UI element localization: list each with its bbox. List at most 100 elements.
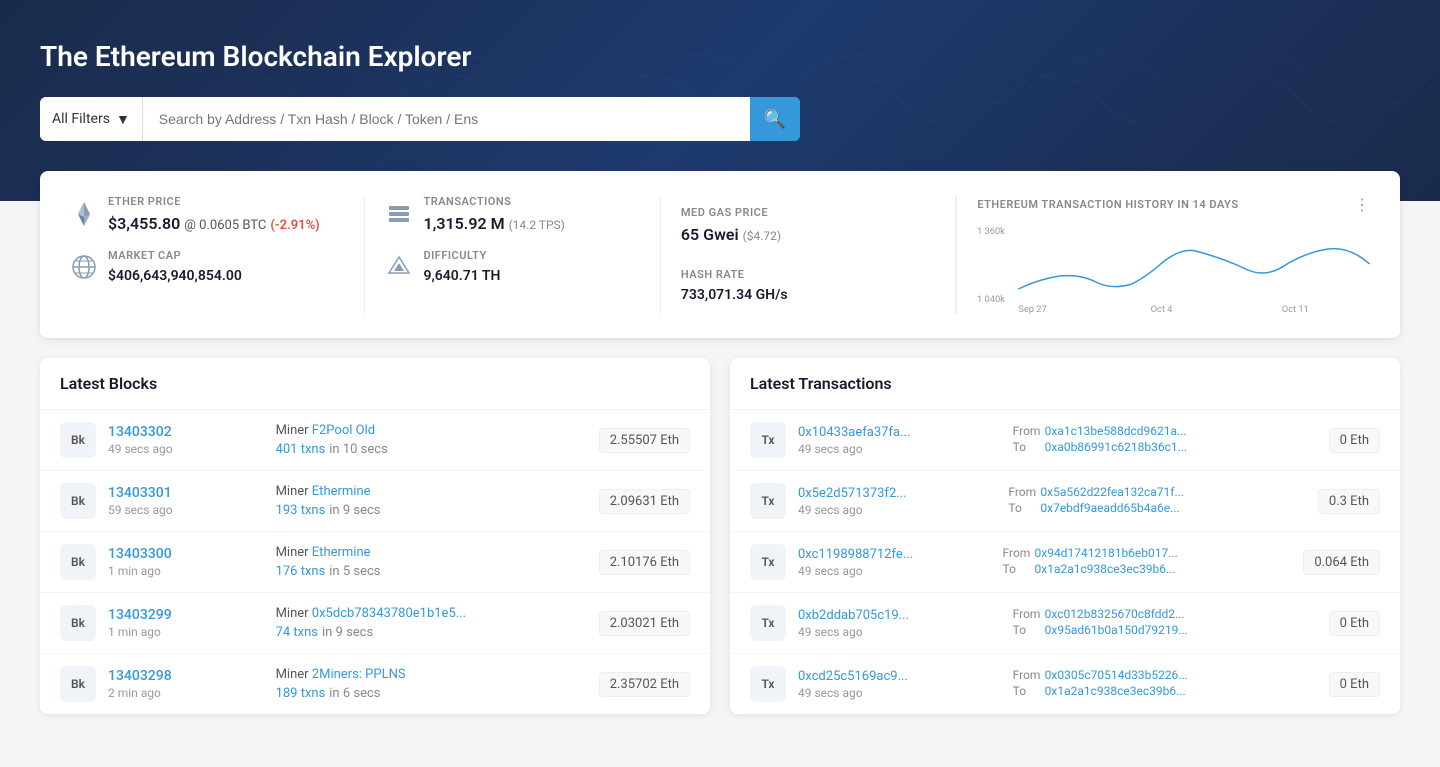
block-miner: Miner 0x5dcb78343780e1b1e5... xyxy=(276,606,587,621)
block-miner: Miner F2Pool Old xyxy=(276,423,587,438)
miner-link[interactable]: Ethermine xyxy=(312,545,371,560)
gas-value: 65 Gwei ($4.72) xyxy=(681,225,935,244)
difficulty-value: 9,640.71 TH xyxy=(423,268,500,284)
filter-label: All Filters xyxy=(52,111,110,127)
from-to-section: From 0x94d17412181b6eb017... To 0x1a2a1c… xyxy=(1003,546,1292,578)
block-reward: 2.55507 Eth xyxy=(599,428,690,453)
list-item: Tx 0xc1198988712fe... 49 secs ago From 0… xyxy=(730,532,1400,593)
tx-hash[interactable]: 0xb2ddab705c19... xyxy=(798,608,1001,623)
txns-suffix: in 9 secs xyxy=(322,625,373,640)
search-icon: 🔍 xyxy=(764,109,786,130)
hash-rate-label: HASH RATE xyxy=(681,268,935,281)
tx-info: 0xcd25c5169ac9... 49 secs ago xyxy=(798,669,1001,700)
tx-hash[interactable]: 0xc1198988712fe... xyxy=(798,547,991,562)
chart-header: ETHEREUM TRANSACTION HISTORY IN 14 DAYS … xyxy=(977,195,1370,214)
transactions-value: 1,315.92 M (14.2 TPS) xyxy=(423,214,564,233)
latest-transactions-card: Latest Transactions Tx 0x10433aefa37fa..… xyxy=(730,358,1400,714)
page-title: The Ethereum Blockchain Explorer xyxy=(40,40,1400,73)
eth-icon xyxy=(70,200,98,228)
tx-time: 49 secs ago xyxy=(798,686,1001,700)
tx-hash[interactable]: 0x5e2d571373f2... xyxy=(798,486,996,501)
market-cap-value: $406,643,940,854.00 xyxy=(108,268,242,284)
txns-link[interactable]: 189 txns xyxy=(276,686,326,701)
to-row: To 0x1a2a1c938ce3ec39b6... xyxy=(1003,562,1292,576)
miner-link[interactable]: 2Miners: PPLNS xyxy=(312,667,406,682)
to-row: To 0x1a2a1c938ce3ec39b6... xyxy=(1013,684,1317,698)
block-time: 49 secs ago xyxy=(108,442,264,456)
to-label: To xyxy=(1013,623,1041,637)
block-miner-info: Miner F2Pool Old 401 txns in 10 secs xyxy=(276,423,587,457)
svg-text:1 360k: 1 360k xyxy=(977,227,1005,237)
to-addr[interactable]: 0x95ad61b0a150d79219... xyxy=(1045,623,1188,637)
block-reward: 2.35702 Eth xyxy=(599,672,690,697)
from-addr[interactable]: 0x5a562d22fea132ca71f... xyxy=(1040,485,1184,499)
from-to-section: From 0xc012b8325670c8fdd2... To 0x95ad61… xyxy=(1013,607,1317,639)
to-addr[interactable]: 0xa0b86991c6218b36c1... xyxy=(1045,440,1187,454)
filter-dropdown[interactable]: All Filters ▼ xyxy=(40,97,143,141)
miner-link[interactable]: Ethermine xyxy=(312,484,371,499)
block-number[interactable]: 13403302 xyxy=(108,424,264,440)
chart-svg: 1 360k 1 040k Sep 27 Oct 4 Oct 11 xyxy=(977,224,1370,314)
block-number[interactable]: 13403298 xyxy=(108,668,264,684)
block-time: 59 secs ago xyxy=(108,503,264,517)
latest-blocks-header: Latest Blocks xyxy=(40,358,710,410)
tx-time: 49 secs ago xyxy=(798,442,1001,456)
block-number[interactable]: 13403300 xyxy=(108,546,264,562)
from-addr[interactable]: 0xa1c13be588dcd9621a... xyxy=(1045,424,1187,438)
chart-menu-icon[interactable]: ⋮ xyxy=(1354,195,1370,214)
tx-value: 0 Eth xyxy=(1329,611,1380,636)
globe-icon xyxy=(70,253,98,281)
to-label: To xyxy=(1013,684,1041,698)
block-number[interactable]: 13403299 xyxy=(108,607,264,623)
block-info: 13403299 1 min ago xyxy=(108,607,264,639)
tx-info: 0xc1198988712fe... 49 secs ago xyxy=(798,547,991,578)
miner-link[interactable]: F2Pool Old xyxy=(312,423,375,438)
latest-transactions-header: Latest Transactions xyxy=(730,358,1400,410)
txns-link[interactable]: 193 txns xyxy=(276,503,326,518)
from-row: From 0xa1c13be588dcd9621a... xyxy=(1013,424,1317,438)
to-addr[interactable]: 0x7ebdf9aeadd65b4a6e... xyxy=(1040,501,1179,515)
from-to-section: From 0x5a562d22fea132ca71f... To 0x7ebdf… xyxy=(1008,485,1306,517)
block-info: 13403301 59 secs ago xyxy=(108,485,264,517)
miner-link[interactable]: 0x5dcb78343780e1b1e5... xyxy=(312,606,466,621)
tx-info: 0xb2ddab705c19... 49 secs ago xyxy=(798,608,1001,639)
difficulty-section: DIFFICULTY 9,640.71 TH xyxy=(385,249,639,284)
market-cap-label: MARKET CAP xyxy=(108,249,242,262)
ether-price-label: ETHER PRICE xyxy=(108,195,320,208)
block-time: 1 min ago xyxy=(108,625,264,639)
block-miner-info: Miner 2Miners: PPLNS 189 txns in 6 secs xyxy=(276,667,587,701)
chevron-down-icon: ▼ xyxy=(116,111,130,128)
tx-hash[interactable]: 0xcd25c5169ac9... xyxy=(798,669,1001,684)
hash-rate-section: HASH RATE 733,071.34 GH/s xyxy=(681,268,935,303)
search-button[interactable]: 🔍 xyxy=(750,97,800,141)
from-addr[interactable]: 0x94d17412181b6eb017... xyxy=(1035,546,1178,560)
tx-time: 49 secs ago xyxy=(798,503,996,517)
gas-price-section: MED GAS PRICE 65 Gwei ($4.72) xyxy=(681,206,935,244)
tx-value: 0 Eth xyxy=(1329,428,1380,453)
block-miner-info: Miner Ethermine 176 txns in 5 secs xyxy=(276,545,587,579)
from-addr[interactable]: 0xc012b8325670c8fdd2... xyxy=(1045,607,1185,621)
from-label: From xyxy=(1013,668,1041,682)
list-item: Tx 0x10433aefa37fa... 49 secs ago From 0… xyxy=(730,410,1400,471)
search-input[interactable] xyxy=(143,97,750,141)
list-item: Bk 13403300 1 min ago Miner Ethermine 17… xyxy=(40,532,710,593)
tx-badge: Tx xyxy=(750,666,786,702)
from-label: From xyxy=(1013,607,1041,621)
list-item: Tx 0x5e2d571373f2... 49 secs ago From 0x… xyxy=(730,471,1400,532)
block-txns: 401 txns in 10 secs xyxy=(276,438,587,457)
txns-link[interactable]: 176 txns xyxy=(276,564,326,579)
to-row: To 0x7ebdf9aeadd65b4a6e... xyxy=(1008,501,1306,515)
from-row: From 0xc012b8325670c8fdd2... xyxy=(1013,607,1317,621)
from-addr[interactable]: 0x0305c70514d33b5226... xyxy=(1045,668,1188,682)
block-info: 13403300 1 min ago xyxy=(108,546,264,578)
block-badge: Bk xyxy=(60,544,96,580)
block-number[interactable]: 13403301 xyxy=(108,485,264,501)
txns-link[interactable]: 401 txns xyxy=(276,442,326,457)
tx-badge: Tx xyxy=(750,544,786,580)
tx-hash[interactable]: 0x10433aefa37fa... xyxy=(798,425,1001,440)
block-badge: Bk xyxy=(60,605,96,641)
txns-link[interactable]: 74 txns xyxy=(276,625,318,640)
svg-text:Oct 4: Oct 4 xyxy=(1151,305,1173,314)
to-addr[interactable]: 0x1a2a1c938ce3ec39b6... xyxy=(1045,684,1186,698)
to-addr[interactable]: 0x1a2a1c938ce3ec39b6... xyxy=(1035,562,1176,576)
